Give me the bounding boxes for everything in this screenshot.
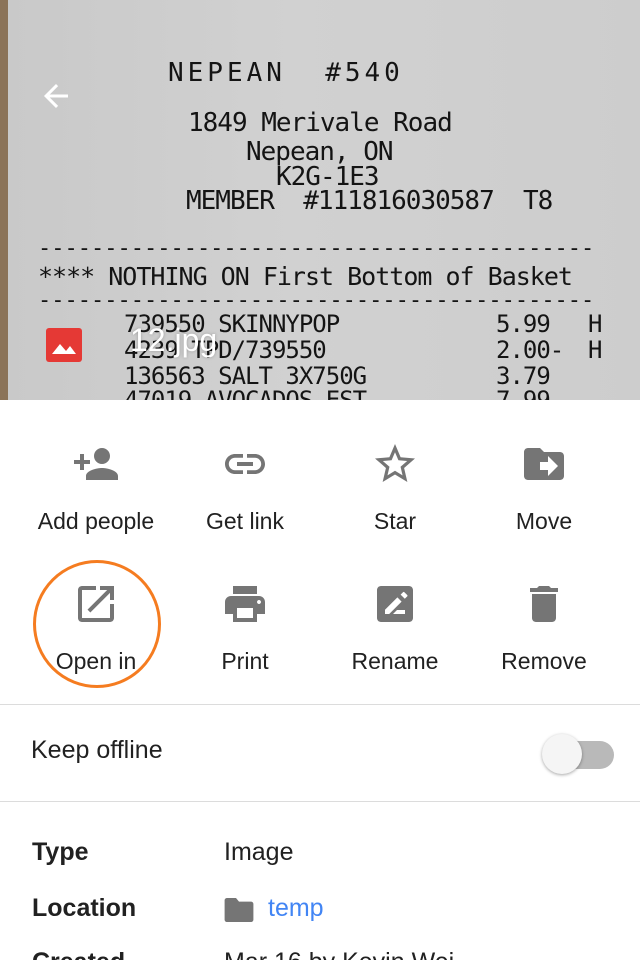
move-label: Move bbox=[515, 508, 573, 534]
receipt-item-price: 5.99 bbox=[496, 310, 551, 338]
created-value: Mar 16 by Kevin Wei bbox=[224, 948, 454, 960]
open-in-button[interactable]: Open in bbox=[21, 540, 171, 674]
image-file-icon bbox=[46, 328, 82, 362]
toggle-thumb bbox=[542, 734, 582, 774]
location-link[interactable]: temp bbox=[268, 894, 324, 923]
person-add-icon bbox=[74, 448, 118, 480]
type-value: Image bbox=[224, 838, 294, 866]
receipt-item-price: 7.99 bbox=[496, 386, 551, 400]
rename-button[interactable]: Rename bbox=[320, 540, 470, 674]
add-people-label: Add people bbox=[37, 508, 155, 534]
receipt-member: MEMBER #111816030587 T8 bbox=[186, 186, 553, 216]
rename-icon bbox=[377, 586, 413, 622]
file-name: 12.jpg bbox=[130, 322, 218, 358]
remove-button[interactable]: Remove bbox=[469, 540, 619, 674]
rename-label: Rename bbox=[351, 648, 439, 674]
receipt-image: NEPEAN #540 1849 Merivale Road Nepean, O… bbox=[8, 0, 640, 400]
star-label: Star bbox=[373, 508, 417, 534]
receipt-note: **** NOTHING ON First Bottom of Basket bbox=[38, 262, 573, 291]
keep-offline-label: Keep offline bbox=[31, 736, 163, 764]
receipt-divider: ----------------------------------------… bbox=[38, 236, 595, 261]
folder-icon bbox=[224, 898, 254, 922]
back-button[interactable] bbox=[34, 74, 78, 118]
receipt-address: 1849 Merivale Road bbox=[188, 108, 453, 138]
file-preview: NEPEAN #540 1849 Merivale Road Nepean, O… bbox=[0, 0, 640, 400]
get-link-label: Get link bbox=[206, 508, 284, 534]
open-in-new-icon bbox=[78, 586, 114, 622]
print-icon bbox=[225, 586, 265, 622]
folder-move-icon bbox=[524, 448, 564, 480]
link-icon bbox=[225, 454, 265, 474]
divider bbox=[0, 801, 640, 802]
open-in-label: Open in bbox=[55, 648, 137, 674]
type-key: Type bbox=[32, 838, 89, 866]
created-key: Created bbox=[32, 948, 125, 960]
receipt-item-flag: H bbox=[588, 336, 603, 364]
receipt-item-flag: H bbox=[588, 310, 603, 338]
star-button[interactable]: Star bbox=[320, 400, 470, 534]
divider bbox=[0, 704, 640, 705]
receipt-store: NEPEAN #540 bbox=[168, 58, 404, 88]
location-key: Location bbox=[32, 894, 137, 922]
receipt-item-price: 2.00- bbox=[496, 336, 564, 364]
move-button[interactable]: Move bbox=[469, 400, 619, 534]
receipt-item: 47019 AVOCADOS EST 7.99 bbox=[8, 386, 640, 400]
print-label: Print bbox=[221, 648, 269, 674]
add-people-button[interactable]: Add people bbox=[21, 400, 171, 534]
get-link-button[interactable]: Get link bbox=[170, 400, 320, 534]
receipt-item-desc: 47019 AVOCADOS EST bbox=[124, 386, 367, 400]
star-outline-icon bbox=[375, 444, 415, 482]
remove-label: Remove bbox=[501, 648, 587, 674]
keep-offline-toggle[interactable] bbox=[540, 734, 616, 776]
print-button[interactable]: Print bbox=[170, 540, 320, 674]
file-actions-sheet: Add people Get link Star Move Open in Pr… bbox=[0, 400, 640, 960]
arrow-back-icon bbox=[44, 84, 68, 108]
trash-icon bbox=[530, 586, 558, 622]
